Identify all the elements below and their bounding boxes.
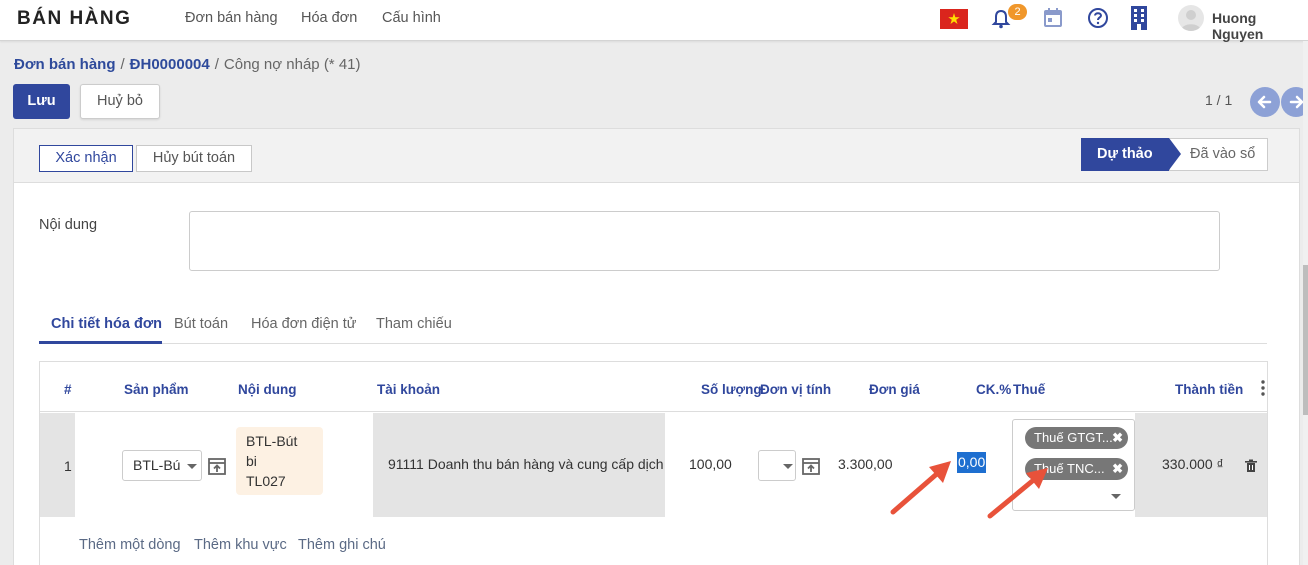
user-name[interactable]: Huong Nguyen bbox=[1212, 10, 1308, 42]
content-line: BTL-Bút bbox=[246, 433, 298, 449]
chevron-down-icon bbox=[187, 464, 197, 469]
unit-select[interactable] bbox=[758, 450, 796, 481]
notebook-tabs: Chi tiết hóa đơn Bút toán Hóa đơn điện t… bbox=[39, 304, 1267, 344]
add-line-link[interactable]: Thêm một dòng bbox=[79, 537, 181, 553]
line-content-field[interactable]: BTL-Bút bi TL027 bbox=[236, 427, 323, 495]
top-navbar: BÁN HÀNG Đơn bán hàng Hóa đơn Cấu hình 2… bbox=[0, 0, 1308, 42]
company-building-icon[interactable] bbox=[1128, 5, 1150, 31]
content-line: TL027 bbox=[246, 473, 286, 489]
content-label: Nội dung bbox=[39, 217, 98, 233]
add-section-link[interactable]: Thêm khu vực bbox=[194, 537, 287, 553]
tab-e-invoice[interactable]: Hóa đơn điện tử bbox=[251, 316, 356, 332]
content-line: bi bbox=[246, 453, 257, 469]
invoice-lines-table: # Sản phẩm Nội dung Tài khoản Số lượng Đ… bbox=[39, 361, 1268, 565]
remove-tag-icon[interactable]: ✖ bbox=[1112, 427, 1123, 449]
column-header-product[interactable]: Sản phẩm bbox=[124, 382, 189, 397]
product-value: BTL-Bú bbox=[133, 457, 181, 473]
breadcrumb-separator: / bbox=[214, 56, 219, 73]
help-icon[interactable] bbox=[1087, 7, 1109, 29]
account-value[interactable]: 91111 Doanh thu bán hàng và cung cấp dịc… bbox=[388, 456, 665, 472]
row-index: 1 bbox=[64, 458, 72, 474]
app-title[interactable]: BÁN HÀNG bbox=[17, 8, 131, 30]
tab-reference[interactable]: Tham chiếu bbox=[376, 316, 452, 332]
save-button[interactable]: Lưu bbox=[13, 84, 70, 119]
vietnam-flag-icon[interactable] bbox=[940, 9, 968, 29]
table-header: # Sản phẩm Nội dung Tài khoản Số lượng Đ… bbox=[40, 362, 1267, 412]
trash-icon[interactable] bbox=[1244, 459, 1258, 473]
external-link-icon[interactable] bbox=[207, 456, 227, 476]
column-header-tax[interactable]: Thuế bbox=[1013, 382, 1045, 397]
user-avatar[interactable] bbox=[1178, 5, 1204, 31]
pager-previous-button[interactable] bbox=[1250, 87, 1280, 117]
calendar-icon[interactable] bbox=[1043, 7, 1063, 29]
breadcrumb-sales-orders[interactable]: Đơn bán hàng bbox=[14, 56, 116, 73]
stage-posted[interactable]: Đã vào sổ bbox=[1169, 138, 1268, 171]
column-header-content[interactable]: Nội dung bbox=[238, 382, 296, 397]
column-options-icon[interactable] bbox=[1261, 380, 1265, 396]
column-header-account[interactable]: Tài khoản bbox=[377, 382, 440, 397]
chevron-down-icon[interactable] bbox=[1111, 494, 1121, 499]
content-textarea[interactable] bbox=[189, 211, 1220, 271]
arrow-left-icon bbox=[1257, 95, 1272, 109]
breadcrumb-separator: / bbox=[120, 56, 125, 73]
column-header-quantity[interactable]: Số lượng bbox=[701, 382, 762, 397]
tab-journal-entries[interactable]: Bút toán bbox=[174, 316, 228, 332]
external-link-icon[interactable] bbox=[801, 456, 821, 476]
chevron-down-icon bbox=[783, 464, 793, 469]
tax-tag-label: Thuế GTGT... bbox=[1034, 430, 1113, 445]
menu-item-invoices[interactable]: Hóa đơn bbox=[301, 10, 357, 26]
tab-invoice-details[interactable]: Chi tiết hóa đơn bbox=[51, 316, 162, 332]
column-header-discount[interactable]: CK.% bbox=[976, 382, 1011, 397]
breadcrumb-order[interactable]: ĐH0000004 bbox=[130, 56, 210, 73]
add-note-link[interactable]: Thêm ghi chú bbox=[298, 537, 386, 553]
column-header-index: # bbox=[64, 382, 72, 397]
annotation-arrow-tax bbox=[987, 468, 1048, 519]
menu-item-sales-orders[interactable]: Đơn bán hàng bbox=[185, 10, 278, 26]
annotation-arrow-discount bbox=[890, 461, 951, 515]
page-scrollbar-thumb[interactable] bbox=[1303, 265, 1308, 415]
notification-badge: 2 bbox=[1008, 4, 1027, 20]
form-statusbar: Xác nhận Hủy bút toán Đã vào sổ Dự thảo bbox=[14, 129, 1299, 183]
column-header-unit-price[interactable]: Đơn giá bbox=[869, 382, 920, 397]
amount-value: 330.000 ₫ bbox=[1162, 456, 1224, 472]
quantity-value[interactable]: 100,00 bbox=[689, 456, 732, 472]
tax-tag-gtgt[interactable]: Thuế GTGT... ✖ bbox=[1025, 427, 1128, 449]
form-sheet: Xác nhận Hủy bút toán Đã vào sổ Dự thảo … bbox=[13, 128, 1300, 565]
stage-draft[interactable]: Dự thảo bbox=[1081, 138, 1181, 171]
breadcrumb-current: Công nợ nháp (* 41) bbox=[223, 56, 361, 73]
column-header-unit[interactable]: Đơn vị tính bbox=[760, 382, 831, 397]
column-header-amount[interactable]: Thành tiền bbox=[1175, 382, 1243, 397]
pager-value: 1 / 1 bbox=[1205, 92, 1233, 108]
active-tab-indicator bbox=[39, 341, 162, 344]
menu-item-settings[interactable]: Cấu hình bbox=[382, 10, 441, 26]
table-row[interactable]: 1 BTL-Bú BTL-Bút bi TL027 91111 Doanh th… bbox=[40, 413, 1267, 517]
discard-button[interactable]: Huỷ bỏ bbox=[80, 84, 160, 119]
product-select[interactable]: BTL-Bú bbox=[122, 450, 202, 481]
remove-tag-icon[interactable]: ✖ bbox=[1112, 458, 1123, 480]
cancel-entry-button[interactable]: Hủy bút toán bbox=[136, 145, 252, 172]
confirm-button[interactable]: Xác nhận bbox=[39, 145, 133, 172]
breadcrumb: Đơn bán hàng / ĐH0000004/Công nợ nháp (* 4… bbox=[14, 56, 361, 73]
